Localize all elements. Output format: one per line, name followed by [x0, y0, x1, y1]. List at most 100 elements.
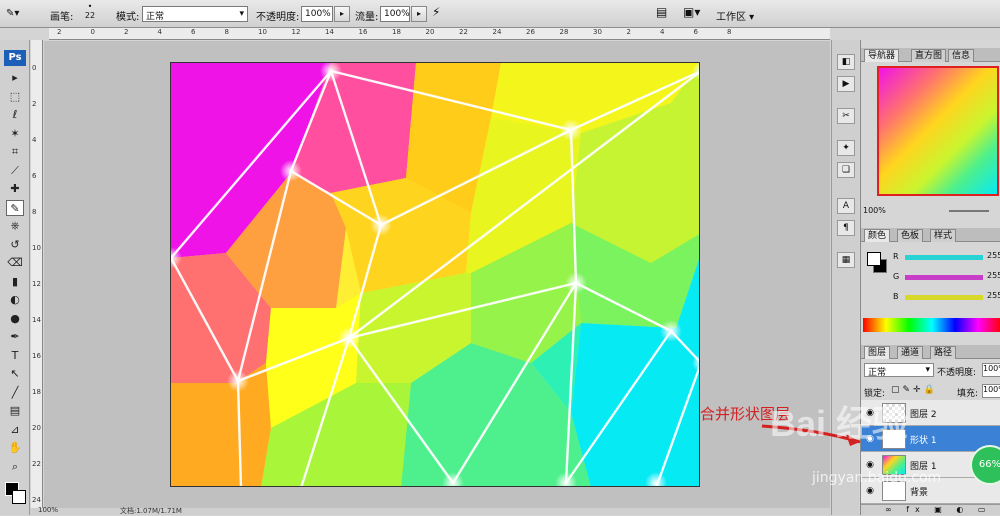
ruler-tick-label: 6: [693, 28, 698, 36]
color-channel-row: B 255: [865, 291, 1000, 306]
tab-paths[interactable]: 路径: [930, 346, 957, 359]
ruler-tick-label: 20: [32, 424, 41, 432]
channel-label: B: [893, 292, 899, 301]
tab-navigator[interactable]: 导航器: [864, 49, 900, 62]
channel-value[interactable]: 255: [987, 271, 1000, 280]
zoom-tool-icon[interactable]: ⌕: [6, 459, 24, 475]
workspace-menu[interactable]: 工作区 ▾: [716, 8, 754, 23]
ruler-tick-label: 0: [32, 64, 37, 72]
ruler-tick-label: 8: [727, 28, 732, 36]
polygon-artwork: [171, 63, 699, 486]
hand-tool-icon[interactable]: ✋: [6, 440, 24, 456]
eye-icon[interactable]: ◉: [864, 485, 876, 497]
brush-preset-picker[interactable]: • 22: [80, 2, 100, 24]
lasso-tool-icon[interactable]: ℓ: [6, 107, 24, 123]
eyedropper-tool-icon[interactable]: ⊿: [6, 422, 24, 438]
clone-source-icon[interactable]: ❏: [837, 162, 855, 178]
path-select-tool-icon[interactable]: ↖: [6, 366, 24, 382]
marquee-tool-icon[interactable]: ⬚: [6, 89, 24, 105]
navigator-zoom[interactable]: 100%: [863, 206, 886, 215]
opacity-label: 不透明度:: [256, 12, 300, 23]
blend-mode-select[interactable]: 正常 ▾: [864, 363, 934, 378]
fill-field[interactable]: 100%: [982, 384, 1000, 398]
color-channel-row: G 255: [865, 271, 1000, 286]
layer-comps-icon[interactable]: ▦: [837, 252, 855, 268]
brushes-icon[interactable]: ✦: [837, 140, 855, 156]
tab-swatches[interactable]: 色板: [897, 229, 924, 242]
ruler-tick-label: 30: [593, 28, 602, 36]
dodge-tool-icon[interactable]: ●: [6, 311, 24, 327]
tab-color[interactable]: 颜色: [864, 229, 891, 242]
channel-slider[interactable]: [905, 255, 983, 260]
navigator-tabs: 导航器 直方图 信息: [861, 48, 1000, 62]
horizontal-ruler: 2 0 2 4 6 8 10 12 14 16 18 20 22 24 26 28 30 2 4 6 8: [49, 28, 830, 40]
status-bar: 100% 文档:1.07M/1.71M: [30, 506, 830, 515]
lock-icons[interactable]: ▢✎✛🔒: [891, 385, 938, 395]
layer-panel-footer-icons[interactable]: ∞ fx ▣ ◐ ▭: [861, 504, 1000, 515]
ps-logo: Ps: [4, 50, 26, 66]
brush-tool-icon[interactable]: ✎: [6, 199, 24, 216]
slice-tool-icon[interactable]: ⟋: [6, 163, 24, 179]
status-zoom[interactable]: 100%: [38, 506, 58, 514]
tab-histogram[interactable]: 直方图: [911, 49, 947, 62]
blend-mode-value: 正常: [868, 368, 887, 378]
ruler-tick-label: 16: [358, 28, 368, 36]
chevron-down-icon: ▾: [239, 9, 244, 19]
opacity-field[interactable]: 100%: [301, 6, 333, 22]
airbrush-icon[interactable]: ⚡: [432, 5, 440, 19]
tab-styles[interactable]: 样式: [930, 229, 957, 242]
magic-wand-tool-icon[interactable]: ✶: [6, 126, 24, 142]
color-spectrum-ramp[interactable]: [863, 318, 1000, 332]
tab-info[interactable]: 信息: [948, 49, 975, 62]
ruler-tick-label: 28: [559, 28, 569, 36]
color-cells: [171, 63, 699, 486]
flow-field[interactable]: 100%: [380, 6, 410, 22]
paragraph-icon[interactable]: ¶: [837, 220, 855, 236]
ruler-tick-label: 14: [32, 316, 41, 324]
channel-slider[interactable]: [905, 295, 983, 300]
type-tool-icon[interactable]: T: [6, 348, 24, 364]
tab-channels[interactable]: 通道: [897, 346, 924, 359]
navigator-preview[interactable]: [877, 66, 999, 196]
actions-icon[interactable]: ▶: [837, 76, 855, 92]
brush-label: 画笔:: [50, 12, 74, 23]
stamp-tool-icon[interactable]: ⎈: [6, 218, 24, 234]
channel-slider[interactable]: [905, 275, 983, 280]
channel-value[interactable]: 255: [987, 291, 1000, 300]
ruler-tick-label: 12: [32, 280, 41, 288]
flow-slider-button[interactable]: ▸: [411, 6, 427, 22]
move-tool-icon[interactable]: ▸: [6, 70, 24, 86]
layer-name: 形状 1: [910, 436, 937, 446]
palette-well-icon[interactable]: ▤: [656, 5, 667, 19]
healing-tool-icon[interactable]: ✚: [6, 181, 24, 197]
brush-tool-icon[interactable]: ✎▾: [6, 8, 19, 19]
notes-tool-icon[interactable]: ▤: [6, 403, 24, 419]
gradient-tool-icon[interactable]: ▮: [6, 274, 24, 290]
eraser-tool-icon[interactable]: ⌫: [6, 255, 24, 271]
character-icon[interactable]: A: [837, 198, 855, 214]
tab-layers[interactable]: 图层: [864, 346, 891, 359]
color-foreground-swatch[interactable]: [867, 252, 881, 266]
shape-tool-icon[interactable]: ╱: [6, 385, 24, 401]
layer-opacity-field[interactable]: 100%: [982, 363, 1000, 377]
fill-label: 填充:: [957, 389, 979, 399]
tool-presets-icon[interactable]: ✂: [837, 108, 855, 124]
history-brush-tool-icon[interactable]: ↺: [6, 237, 24, 253]
vertical-ruler: 0 2 4 6 8 10 12 14 16 18 20 22 24: [31, 40, 43, 515]
mode-select[interactable]: 正常 ▾: [142, 6, 248, 22]
document-canvas[interactable]: [170, 62, 700, 487]
background-color-swatch[interactable]: [12, 490, 26, 504]
navigator-zoom-slider[interactable]: [949, 210, 989, 212]
history-icon[interactable]: ◧: [837, 54, 855, 70]
camera-icon[interactable]: ▣▾: [683, 5, 700, 19]
color-tabs: 颜色 色板 样式: [861, 228, 1000, 242]
ruler-tick-label: 2: [626, 28, 631, 36]
channel-value[interactable]: 255: [987, 251, 1000, 260]
opacity-slider-button[interactable]: ▸: [334, 6, 350, 22]
layer-name: 背景: [910, 488, 929, 498]
mode-value: 正常: [146, 12, 165, 22]
crop-tool-icon[interactable]: ⌗: [6, 144, 24, 160]
ruler-tick-label: 12: [291, 28, 301, 36]
blur-tool-icon[interactable]: ◐: [6, 292, 24, 308]
pen-tool-icon[interactable]: ✒: [6, 329, 24, 345]
